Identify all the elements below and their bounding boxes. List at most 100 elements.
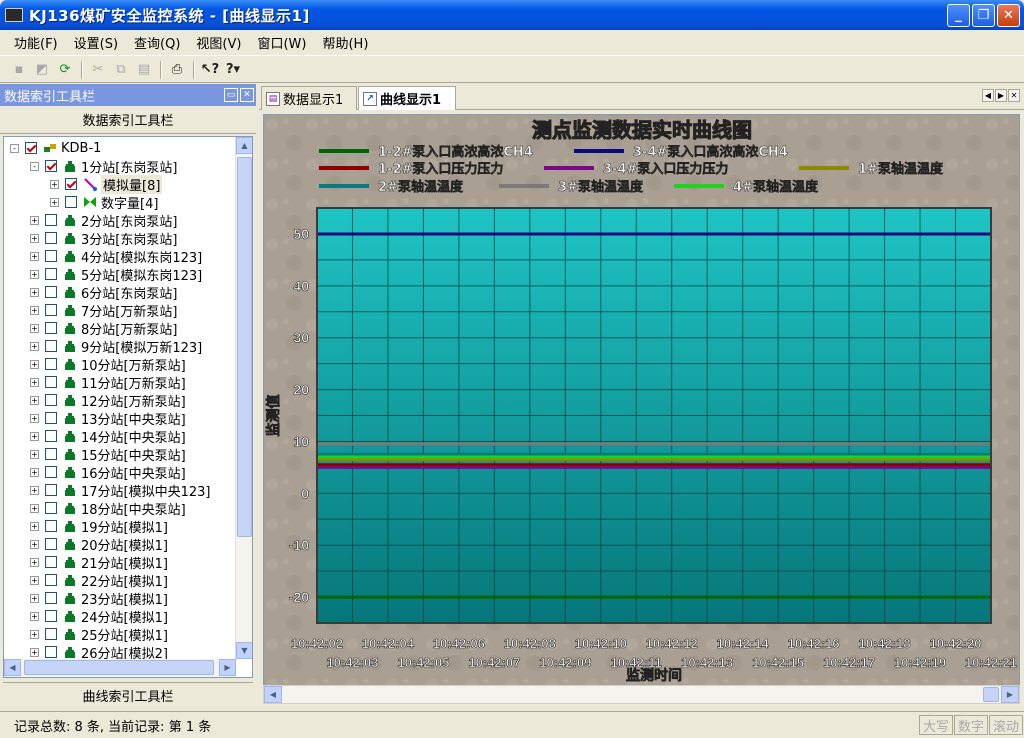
expand-icon[interactable]: +: [30, 629, 39, 639]
scroll-down-icon[interactable]: ▼: [236, 642, 252, 659]
expand-icon[interactable]: +: [30, 485, 39, 495]
tree-checkbox[interactable]: [45, 520, 57, 532]
tree-checkbox[interactable]: [45, 610, 57, 622]
curve-index-toolbar[interactable]: 曲线索引工具栏: [3, 682, 253, 708]
menu-window[interactable]: 窗口(W): [249, 31, 314, 54]
menu-help[interactable]: 帮助(H): [314, 31, 376, 54]
tree-node[interactable]: +25分站[模拟1]: [30, 625, 168, 644]
expand-icon[interactable]: +: [30, 593, 39, 603]
close-button[interactable]: ✕: [997, 3, 1020, 27]
tree-node[interactable]: - 1分站[东岗泵站]: [30, 157, 177, 176]
tree-node[interactable]: +22分站[模拟1]: [30, 571, 168, 590]
tree-node[interactable]: +15分站[中央泵站]: [30, 445, 186, 464]
expand-icon[interactable]: +: [30, 251, 39, 261]
tree-checkbox[interactable]: [45, 394, 57, 406]
minimize-button[interactable]: _: [947, 3, 970, 27]
tree-checkbox[interactable]: [45, 412, 57, 424]
expand-icon[interactable]: +: [30, 233, 39, 243]
tree-node[interactable]: - KDB-1: [10, 139, 101, 157]
tree-checkbox[interactable]: [45, 448, 57, 460]
tree-node[interactable]: +3分站[东岗泵站]: [30, 229, 177, 248]
tree-checkbox[interactable]: [25, 142, 37, 154]
tab-prev-icon[interactable]: ◀: [982, 89, 994, 102]
tree-node[interactable]: +14分站[中央泵站]: [30, 427, 186, 446]
tree-node[interactable]: +24分站[模拟1]: [30, 607, 168, 626]
tree-node[interactable]: +13分站[中央泵站]: [30, 409, 186, 428]
tree-node[interactable]: +21分站[模拟1]: [30, 553, 168, 572]
expand-icon[interactable]: +: [30, 431, 39, 441]
tab-close-icon[interactable]: ✕: [1008, 89, 1020, 102]
expand-icon[interactable]: +: [30, 467, 39, 477]
tree-node[interactable]: +23分站[模拟1]: [30, 589, 168, 608]
scroll-right-icon[interactable]: ▶: [219, 659, 236, 676]
tree-checkbox[interactable]: [45, 376, 57, 388]
app-icon[interactable]: [5, 8, 23, 22]
panel-float-button[interactable]: ▭: [224, 88, 238, 102]
tab-data-display[interactable]: ▤ 数据显示1: [261, 86, 357, 110]
tree-node[interactable]: +9分站[模拟万新123]: [30, 337, 202, 356]
scroll-up-icon[interactable]: ▲: [236, 137, 252, 154]
tree-node[interactable]: +16分站[中央泵站]: [30, 463, 186, 482]
tab-next-icon[interactable]: ▶: [995, 89, 1007, 102]
tree-checkbox[interactable]: [45, 250, 57, 262]
expand-icon[interactable]: +: [50, 197, 59, 207]
tree-node[interactable]: +5分站[模拟东岗123]: [30, 265, 202, 284]
tree-checkbox[interactable]: [45, 430, 57, 442]
expand-icon[interactable]: +: [30, 377, 39, 387]
tree-checkbox[interactable]: [45, 484, 57, 496]
copy-icon[interactable]: ⧉: [110, 60, 132, 80]
tree-checkbox[interactable]: [45, 556, 57, 568]
save-icon[interactable]: ▪: [8, 60, 30, 80]
paste-icon[interactable]: ▤: [133, 60, 155, 80]
realtime-curve-chart[interactable]: 50 40 30 20 10 0 -10 -20 10:42:02 10:42:03 10:42:0…: [264, 115, 1019, 685]
expand-icon[interactable]: +: [30, 215, 39, 225]
tree-checkbox[interactable]: [65, 196, 77, 208]
expand-icon[interactable]: +: [30, 413, 39, 423]
expand-icon[interactable]: +: [30, 611, 39, 621]
tab-curve-display[interactable]: ↗ 曲线显示1: [358, 86, 456, 110]
expand-icon[interactable]: +: [30, 521, 39, 531]
expand-icon[interactable]: +: [30, 575, 39, 585]
scroll-left-icon[interactable]: ◀: [264, 686, 282, 703]
chart-horizontal-scrollbar[interactable]: ◀ ▶: [263, 685, 1020, 704]
expand-icon[interactable]: +: [30, 341, 39, 351]
tree-node[interactable]: +7分站[万新泵站]: [30, 301, 177, 320]
expand-icon[interactable]: +: [30, 539, 39, 549]
tree-checkbox[interactable]: [45, 628, 57, 640]
expand-icon[interactable]: +: [30, 287, 39, 297]
collapse-icon[interactable]: -: [30, 161, 39, 171]
tree-node[interactable]: +18分站[中央泵站]: [30, 499, 186, 518]
tree-node[interactable]: +11分站[万新泵站]: [30, 373, 186, 392]
tree-checkbox[interactable]: [45, 160, 57, 172]
tree-checkbox[interactable]: [45, 466, 57, 478]
expand-icon[interactable]: +: [30, 323, 39, 333]
menu-view[interactable]: 视图(V): [188, 31, 249, 54]
panel-close-button[interactable]: ✕: [240, 88, 254, 102]
collapse-icon[interactable]: -: [10, 143, 19, 153]
scroll-right-icon[interactable]: ▶: [1001, 686, 1019, 703]
tree-checkbox[interactable]: [45, 304, 57, 316]
tree-checkbox[interactable]: [45, 592, 57, 604]
tree-node[interactable]: +6分站[东岗泵站]: [30, 283, 177, 302]
tree-node[interactable]: + 数字量[4]: [50, 193, 158, 212]
chart-icon[interactable]: ◩: [31, 60, 53, 80]
tree-node[interactable]: +19分站[模拟1]: [30, 517, 168, 536]
tree-checkbox[interactable]: [45, 358, 57, 370]
tree-checkbox[interactable]: [45, 574, 57, 586]
scroll-thumb[interactable]: [983, 687, 999, 702]
tree-node[interactable]: +2分站[东岗泵站]: [30, 211, 177, 230]
tree-node[interactable]: +20分站[模拟1]: [30, 535, 168, 554]
tree-node[interactable]: +8分站[万新泵站]: [30, 319, 177, 338]
help-icon[interactable]: ?▾: [222, 60, 244, 80]
scroll-thumb[interactable]: [237, 157, 252, 537]
tree-node[interactable]: +4分站[模拟东岗123]: [30, 247, 202, 266]
expand-icon[interactable]: +: [30, 503, 39, 513]
tree-node[interactable]: + 模拟量[8]: [50, 174, 163, 194]
context-help-icon[interactable]: ↖?: [199, 60, 221, 80]
tree-checkbox[interactable]: [45, 322, 57, 334]
expand-icon[interactable]: +: [30, 395, 39, 405]
tree-checkbox[interactable]: [45, 268, 57, 280]
tree-checkbox[interactable]: [45, 646, 57, 658]
expand-icon[interactable]: +: [30, 269, 39, 279]
menu-function[interactable]: 功能(F): [6, 31, 66, 54]
